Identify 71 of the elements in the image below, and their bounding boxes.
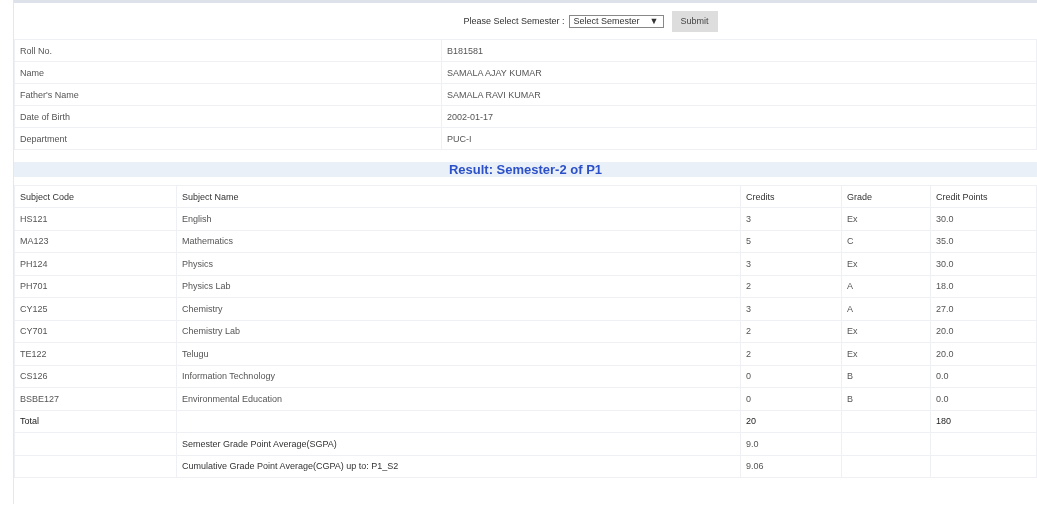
table-cell: English — [182, 213, 212, 224]
semester-label: Please Select Semester : — [463, 16, 565, 26]
table-cell: Chemistry Lab — [182, 326, 241, 337]
table-cell: 0.0 — [936, 393, 949, 404]
field-label: Roll No. — [20, 45, 52, 56]
field-label: Father's Name — [20, 89, 79, 100]
table-cell: 27.0 — [936, 303, 954, 314]
table-cell: B — [847, 393, 853, 404]
table-cell: TE122 — [20, 348, 47, 359]
table-cell: Semester Grade Point Average(SGPA) — [182, 438, 337, 449]
table-cell: 20 — [746, 416, 756, 427]
table-cell: Telugu — [182, 348, 209, 359]
table-cell: 20.0 — [936, 348, 954, 359]
table-cell: 2 — [746, 281, 751, 292]
field-label: Date of Birth — [20, 111, 71, 122]
table-cell: 0 — [746, 393, 751, 404]
table-cell: 18.0 — [936, 281, 954, 292]
field-label: Name — [20, 67, 44, 78]
table-cell: CY125 — [20, 303, 48, 314]
table-cell: 3 — [746, 213, 751, 224]
table-cell: Ex — [847, 326, 858, 337]
table-cell: C — [847, 236, 854, 247]
table-cell: B — [847, 371, 853, 382]
table-cell: Mathematics — [182, 236, 234, 247]
table-cell: 3 — [746, 303, 751, 314]
table-cell: PH124 — [20, 258, 48, 269]
table-cell: Ex — [847, 348, 858, 359]
column-header: Grade — [847, 191, 872, 202]
table-cell: 30.0 — [936, 213, 954, 224]
table-cell: 35.0 — [936, 236, 954, 247]
table-cell: Chemistry — [182, 303, 223, 314]
semester-dropdown[interactable]: Select Semester ▼ — [568, 14, 664, 28]
column-header: Credit Points — [936, 191, 988, 202]
table-cell: CS126 — [20, 371, 48, 382]
table-cell: A — [847, 303, 853, 314]
submit-button[interactable]: Submit — [671, 10, 718, 32]
field-value: B181581 — [447, 45, 484, 56]
table-cell: 30.0 — [936, 258, 954, 269]
table-cell: 2 — [746, 348, 751, 359]
field-label: Department — [20, 133, 68, 144]
result-title: Result: Semester-2 of P1 — [448, 162, 603, 177]
table-cell: 5 — [746, 236, 751, 247]
table-cell: Ex — [847, 213, 858, 224]
table-cell: PH701 — [20, 281, 48, 292]
table-cell: MA123 — [20, 236, 49, 247]
table-cell: A — [847, 281, 853, 292]
table-cell: 20.0 — [936, 326, 954, 337]
table-cell: 9.0 — [746, 438, 759, 449]
table-cell: 0.0 — [936, 371, 949, 382]
table-cell: 0 — [746, 371, 751, 382]
table-cell: BSBE127 — [20, 393, 60, 404]
table-cell: Total — [20, 416, 39, 427]
table-cell: Information Technology — [182, 371, 275, 382]
column-header: Subject Name — [182, 191, 239, 202]
table-cell: 9.06 — [746, 461, 764, 472]
field-value: 2002-01-17 — [447, 111, 494, 122]
field-value: SAMALA AJAY KUMAR — [447, 67, 542, 78]
table-cell: Ex — [847, 258, 858, 269]
table-cell: Environmental Education — [182, 393, 283, 404]
table-cell: 180 — [936, 416, 952, 427]
field-value: PUC-I — [447, 133, 472, 144]
table-cell: 2 — [746, 326, 751, 337]
field-value: SAMALA RAVI KUMAR — [447, 89, 541, 100]
table-cell: Physics — [182, 258, 213, 269]
table-cell: HS121 — [20, 213, 48, 224]
table-cell: 3 — [746, 258, 751, 269]
table-cell: Cumulative Grade Point Average(CGPA) up to: P1_S2 — [182, 461, 399, 472]
table-cell: CY701 — [20, 326, 48, 337]
column-header: Credits — [746, 191, 775, 202]
table-cell: Physics Lab — [182, 281, 231, 292]
column-header: Subject Code — [20, 191, 75, 202]
